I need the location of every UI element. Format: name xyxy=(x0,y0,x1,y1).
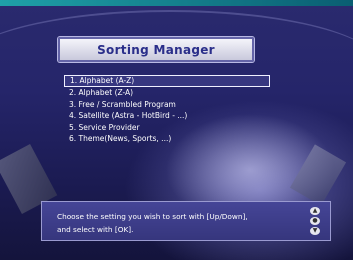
sort-menu: 1. Alphabet (A-Z) 2. Alphabet (Z-A) 3. F… xyxy=(64,75,270,145)
top-strip xyxy=(0,0,353,6)
menu-item-service-provider[interactable]: 5. Service Provider xyxy=(64,122,270,134)
title-box: Sorting Manager xyxy=(58,37,254,62)
menu-item-satellite[interactable]: 4. Satellite (Astra - HotBird - ...) xyxy=(64,110,270,122)
menu-item-alphabet-za[interactable]: 2. Alphabet (Z-A) xyxy=(64,87,270,99)
help-box: Choose the setting you wish to sort with… xyxy=(41,201,331,241)
help-line-1: Choose the setting you wish to sort with… xyxy=(57,212,248,221)
satellite-image-right xyxy=(289,144,347,206)
screen-background: Sorting Manager 1. Alphabet (A-Z) 2. Alp… xyxy=(0,0,353,260)
page-title: Sorting Manager xyxy=(97,42,215,57)
menu-item-free-scrambled[interactable]: 3. Free / Scrambled Program xyxy=(64,99,270,111)
help-text: Choose the setting you wish to sort with… xyxy=(57,210,305,236)
menu-item-theme[interactable]: 6. Theme(News, Sports, ...) xyxy=(64,133,270,145)
menu-item-alphabet-az[interactable]: 1. Alphabet (A-Z) xyxy=(64,75,270,87)
nav-icons: ▲ ● ▼ xyxy=(307,207,323,237)
arrow-down-icon: ▼ xyxy=(310,227,320,235)
ok-icon: ● xyxy=(310,217,320,225)
arrow-up-icon: ▲ xyxy=(310,207,320,215)
help-line-2: and select with [OK]. xyxy=(57,225,134,234)
